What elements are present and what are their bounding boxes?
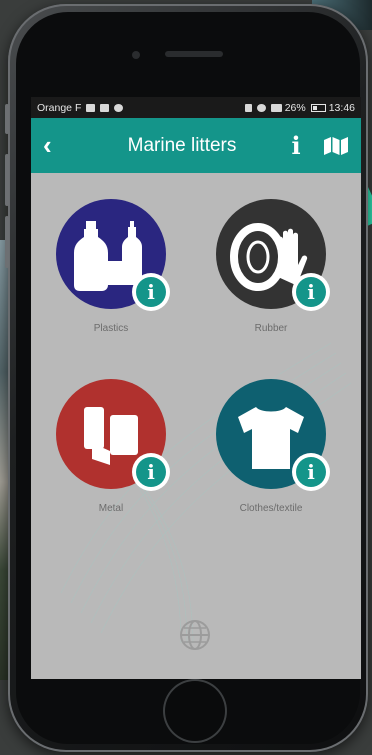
info-icon[interactable]: i	[283, 131, 309, 160]
chevron-left-icon[interactable]: ‹	[43, 130, 73, 161]
mute-switch	[5, 104, 9, 134]
category-label: Plastics	[93, 323, 129, 334]
category-label: Metal	[98, 503, 124, 514]
battery-icon	[310, 103, 326, 112]
info-badge-icon[interactable]: i	[292, 273, 330, 311]
app-notification-icon	[114, 103, 124, 112]
earpiece-speaker	[165, 51, 223, 57]
globe-icon[interactable]	[179, 619, 211, 651]
info-badge-icon[interactable]: i	[132, 273, 170, 311]
status-bar: Orange F 26% 13:46	[31, 97, 361, 118]
alarm-icon	[256, 103, 266, 112]
clock: 13:46	[328, 101, 355, 114]
map-icon[interactable]	[323, 136, 349, 156]
plastic-bottles-icon: i	[56, 199, 170, 311]
carrier-name: Orange F	[37, 101, 82, 114]
volume-down-button	[5, 216, 9, 268]
signal-icon	[270, 103, 282, 112]
category-area: i Plastics i Rubber i Metal i Clothes/te…	[31, 173, 361, 679]
battery-percent: 26%	[284, 101, 306, 114]
volume-up-button	[5, 154, 9, 206]
vibrate-icon	[244, 103, 252, 112]
tshirt-icon: i	[216, 379, 330, 491]
category-rubber[interactable]: i Rubber	[211, 199, 331, 334]
category-label: Clothes/textile	[239, 503, 303, 514]
app-bar: ‹ Marine litters i	[31, 118, 361, 173]
notification-icon	[100, 103, 110, 112]
info-badge-icon[interactable]: i	[132, 453, 170, 491]
home-button[interactable]	[163, 679, 227, 743]
app-screen: Orange F 26% 13:46 ‹ Marine litters i i …	[31, 97, 361, 679]
category-metal[interactable]: i Metal	[51, 379, 171, 514]
front-camera	[132, 51, 140, 59]
category-plastics[interactable]: i Plastics	[51, 199, 171, 334]
mail-icon	[86, 103, 96, 112]
category-clothes-textile[interactable]: i Clothes/textile	[211, 379, 331, 514]
category-label: Rubber	[254, 323, 288, 334]
info-badge-icon[interactable]: i	[292, 453, 330, 491]
metal-cans-icon: i	[56, 379, 170, 491]
tire-glove-icon: i	[216, 199, 330, 311]
page-title: Marine litters	[127, 134, 237, 156]
